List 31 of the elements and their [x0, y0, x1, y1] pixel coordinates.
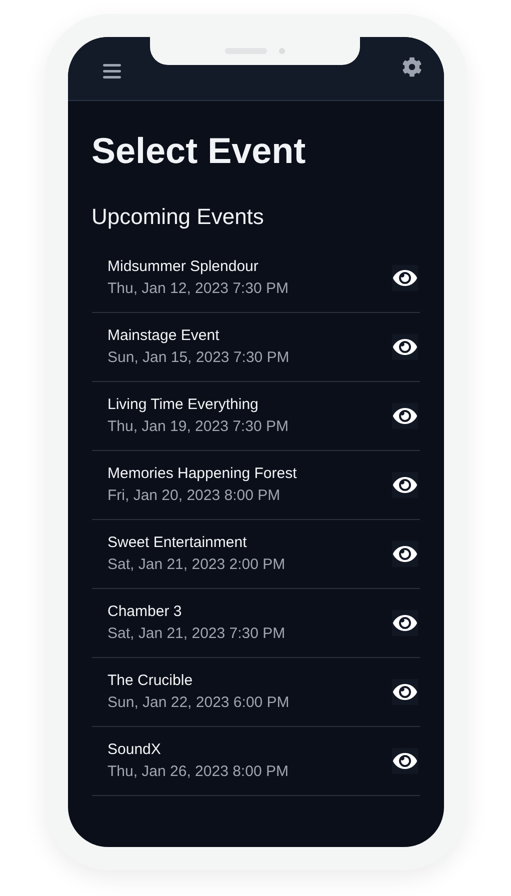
event-date: Thu, Jan 26, 2023 8:00 PM	[108, 762, 288, 782]
settings-button[interactable]	[402, 57, 422, 77]
event-name: The Crucible	[108, 671, 194, 691]
camera-icon	[278, 48, 284, 54]
event-date: Sat, Jan 21, 2023 2:00 PM	[108, 555, 286, 575]
view-button[interactable]	[392, 748, 418, 774]
section-heading: Upcoming Events	[92, 203, 265, 231]
event-name: Midsummer Splendour	[108, 257, 260, 277]
view-button[interactable]	[392, 403, 418, 429]
event-name: Sweet Entertainment	[108, 533, 248, 553]
event-name: Chamber 3	[108, 602, 183, 622]
event-name: Memories Happening Forest	[108, 464, 297, 484]
event-date: Sun, Jan 15, 2023 7:30 PM	[108, 348, 290, 368]
view-button[interactable]	[392, 265, 418, 291]
event-date: Thu, Jan 12, 2023 7:30 PM	[108, 279, 288, 299]
view-button[interactable]	[392, 679, 418, 705]
menu-icon	[102, 64, 120, 79]
event-date: Sun, Jan 22, 2023 6:00 PM	[108, 693, 290, 713]
event-date: Thu, Jan 19, 2023 7:30 PM	[108, 417, 288, 437]
page-title: Select Event	[92, 131, 307, 171]
view-button[interactable]	[392, 541, 418, 567]
view-button[interactable]	[392, 610, 418, 636]
event-name: Mainstage Event	[108, 326, 220, 346]
settings-icon	[402, 57, 422, 77]
event-name: Living Time Everything	[108, 395, 260, 415]
event-name: SoundX	[108, 740, 162, 760]
view-button[interactable]	[392, 334, 418, 360]
view-button[interactable]	[392, 472, 418, 498]
event-date: Fri, Jan 20, 2023 8:00 PM	[108, 486, 282, 506]
menu-button[interactable]	[102, 64, 120, 79]
event-date: Sat, Jan 21, 2023 7:30 PM	[108, 624, 286, 644]
